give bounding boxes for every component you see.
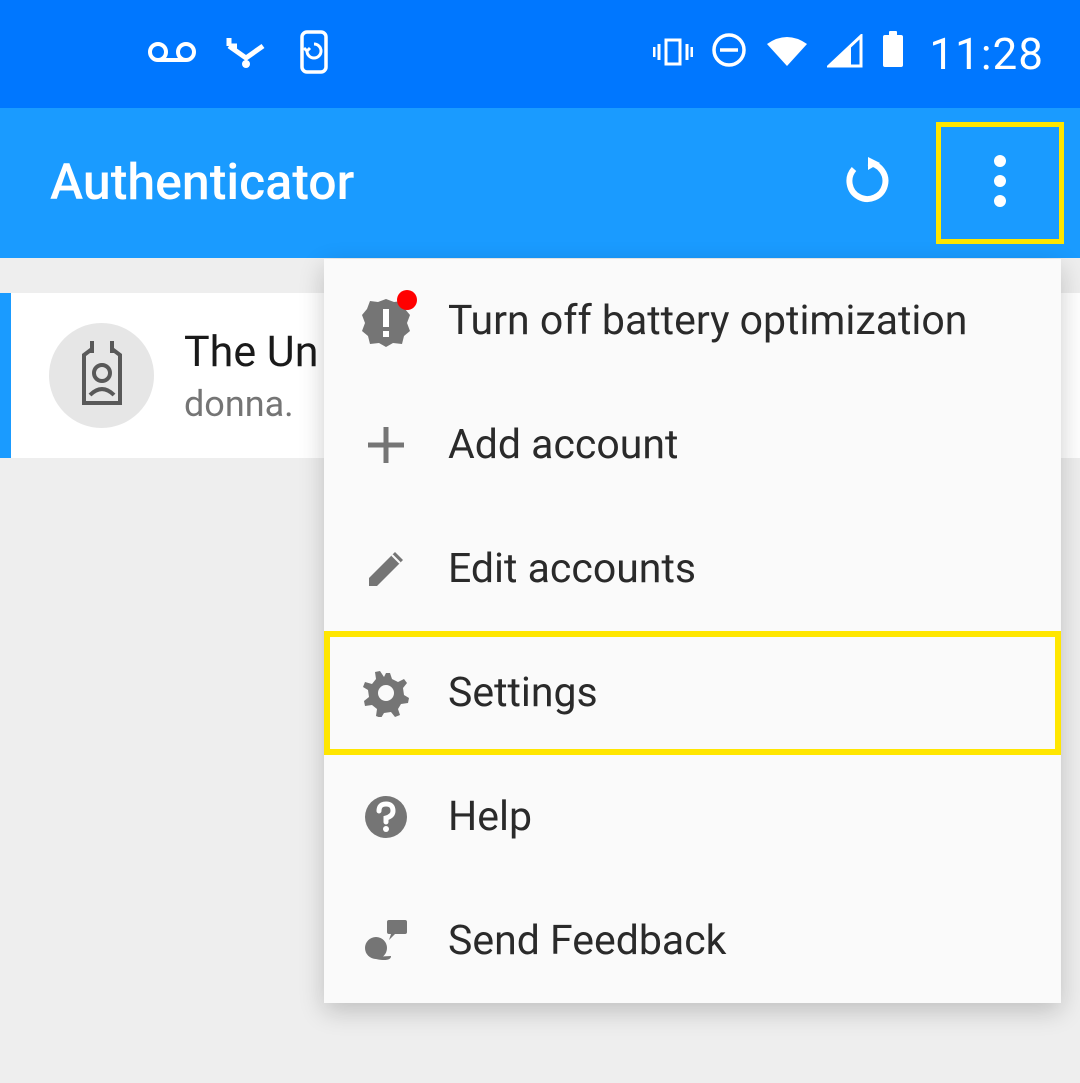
app-bar-actions bbox=[808, 122, 1064, 244]
status-time: 11:28 bbox=[929, 28, 1044, 80]
menu-item-edit-accounts[interactable]: Edit accounts bbox=[324, 507, 1061, 631]
notification-dot bbox=[397, 290, 417, 310]
avatar bbox=[49, 323, 154, 428]
account-text: The Un donna. bbox=[184, 327, 318, 425]
feedback-icon bbox=[360, 915, 412, 967]
refresh-button[interactable] bbox=[808, 123, 928, 243]
menu-item-settings[interactable]: Settings bbox=[324, 631, 1061, 755]
account-title: The Un bbox=[184, 327, 318, 377]
missed-call-icon bbox=[226, 34, 266, 74]
menu-item-label: Help bbox=[448, 793, 532, 841]
menu-item-send-feedback[interactable]: Send Feedback bbox=[324, 879, 1061, 1003]
voicemail-icon bbox=[148, 38, 196, 70]
status-bar-left bbox=[148, 30, 332, 78]
gear-icon bbox=[360, 667, 412, 719]
warning-badge-icon bbox=[360, 295, 412, 347]
menu-item-label: Turn off battery optimization bbox=[448, 297, 967, 345]
menu-item-label: Add account bbox=[448, 421, 678, 469]
menu-item-label: Send Feedback bbox=[448, 917, 726, 965]
app-title: Authenticator bbox=[50, 154, 354, 212]
overflow-menu: Turn off battery optimization Add accoun… bbox=[324, 259, 1061, 1003]
wifi-icon bbox=[765, 30, 809, 79]
account-email: donna. bbox=[184, 383, 318, 425]
menu-item-help[interactable]: Help bbox=[324, 755, 1061, 879]
vibrate-icon bbox=[653, 30, 693, 79]
menu-item-add-account[interactable]: Add account bbox=[324, 383, 1061, 507]
more-options-button[interactable] bbox=[936, 122, 1064, 244]
do-not-disturb-icon bbox=[711, 30, 747, 79]
question-icon bbox=[360, 791, 412, 843]
menu-item-label: Edit accounts bbox=[448, 545, 696, 593]
status-bar: 11:28 bbox=[0, 0, 1080, 108]
plus-icon bbox=[360, 419, 412, 471]
id-badge-icon bbox=[74, 339, 130, 413]
cell-signal-icon bbox=[827, 30, 863, 79]
sync-icon bbox=[296, 30, 332, 78]
app-bar: Authenticator bbox=[0, 108, 1080, 258]
menu-item-battery-optimization[interactable]: Turn off battery optimization bbox=[324, 259, 1061, 383]
pencil-icon bbox=[360, 543, 412, 595]
battery-icon bbox=[881, 30, 905, 79]
refresh-icon bbox=[842, 155, 894, 211]
vertical-dots-icon bbox=[993, 153, 1007, 213]
menu-item-label: Settings bbox=[448, 669, 598, 717]
status-bar-right: 11:28 bbox=[653, 28, 1044, 80]
